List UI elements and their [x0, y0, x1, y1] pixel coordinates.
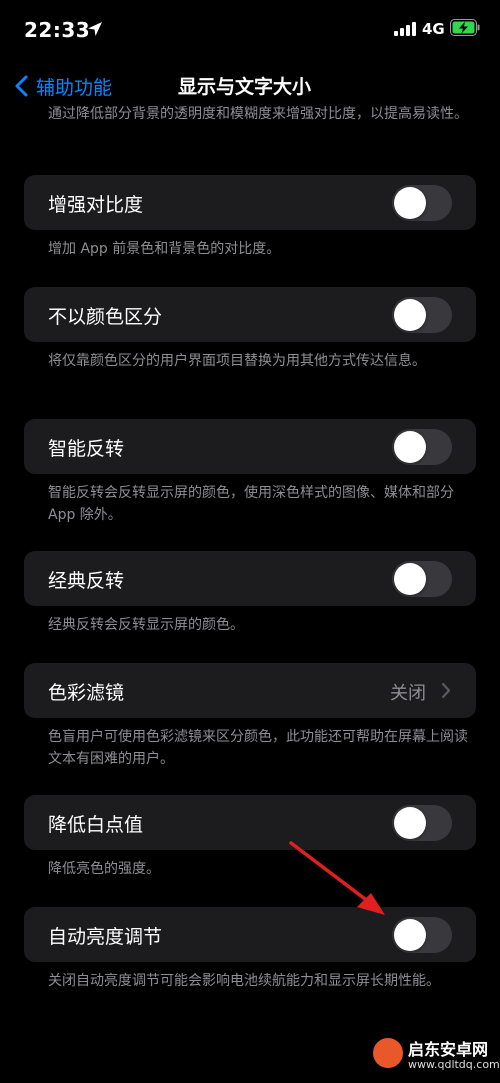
setting-label: 经典反转 [48, 570, 125, 592]
setting-label: 自动亮度调节 [48, 926, 163, 948]
back-button[interactable]: 辅助功能 [14, 70, 112, 102]
settings-list[interactable]: 通过降低部分背景的透明度和模糊度来增强对比度，以提高易读性。 增强对比度 增加 … [0, 105, 500, 1083]
setting-label: 降低白点值 [48, 814, 144, 836]
increase-contrast-toggle[interactable] [392, 185, 452, 221]
watermark-url: www.qdltdq.com [408, 1058, 500, 1071]
status-bar: 22:33 4G [0, 0, 500, 60]
back-button-label: 辅助功能 [36, 76, 113, 99]
setting-auto-brightness: 自动亮度调节 [24, 907, 476, 962]
top-description: 通过降低部分背景的透明度和模糊度来增强对比度，以提高易读性。 [48, 106, 468, 122]
setting-differentiate-without-color: 不以颜色区分 [24, 287, 476, 342]
classic-invert-toggle[interactable] [392, 561, 452, 597]
cellular-signal-icon [394, 22, 416, 36]
smart-invert-toggle[interactable] [392, 429, 452, 465]
setting-label: 色彩滤镜 [48, 682, 125, 704]
setting-description: 关闭自动亮度调节可能会影响电池续航能力和显示屏长期性能。 [48, 973, 440, 989]
status-time: 22:33 [24, 18, 91, 42]
setting-description: 智能反转会反转显示屏的颜色，使用深色样式的图像、媒体和部分 App 除外。 [48, 485, 454, 523]
setting-classic-invert: 经典反转 [24, 551, 476, 606]
page-title: 显示与文字大小 [178, 76, 312, 98]
toggle-knob [394, 563, 426, 595]
setting-label: 增强对比度 [48, 194, 144, 216]
differentiate-without-color-toggle[interactable] [392, 297, 452, 333]
toggle-knob [394, 919, 426, 951]
toggle-knob [394, 431, 426, 463]
chevron-right-icon [441, 682, 451, 699]
watermark-name: 启东安卓网 [408, 1040, 489, 1059]
setting-description: 色盲用户可使用色彩滤镜来区分颜色，此功能还可帮助在屏幕上阅读文本有困难的用户。 [48, 729, 468, 767]
toggle-knob [394, 187, 426, 219]
setting-description: 将仅靠颜色区分的用户界面项目替换为用其他方式传达信息。 [48, 353, 426, 369]
setting-label: 不以颜色区分 [48, 306, 163, 328]
setting-reduce-white-point: 降低白点值 [24, 795, 476, 850]
network-type: 4G [422, 20, 445, 38]
battery-charging-icon [450, 19, 480, 36]
auto-brightness-toggle[interactable] [392, 917, 452, 953]
location-arrow-icon [88, 22, 102, 36]
setting-increase-contrast: 增强对比度 [24, 175, 476, 230]
setting-label: 智能反转 [48, 438, 125, 460]
setting-description: 降低亮色的强度。 [48, 861, 160, 877]
toggle-knob [394, 807, 426, 839]
reduce-white-point-toggle[interactable] [392, 805, 452, 841]
setting-value: 关闭 [390, 683, 426, 704]
setting-smart-invert: 智能反转 [24, 419, 476, 474]
chevron-left-icon [15, 75, 28, 97]
toggle-knob [394, 299, 426, 331]
setting-description: 经典反转会反转显示屏的颜色。 [48, 617, 244, 633]
setting-description: 增加 App 前景色和背景色的对比度。 [48, 241, 281, 257]
annotation-arrow-icon [289, 841, 385, 915]
setting-color-filters[interactable]: 色彩滤镜 关闭 [24, 663, 476, 718]
watermark-logo [373, 1038, 403, 1068]
